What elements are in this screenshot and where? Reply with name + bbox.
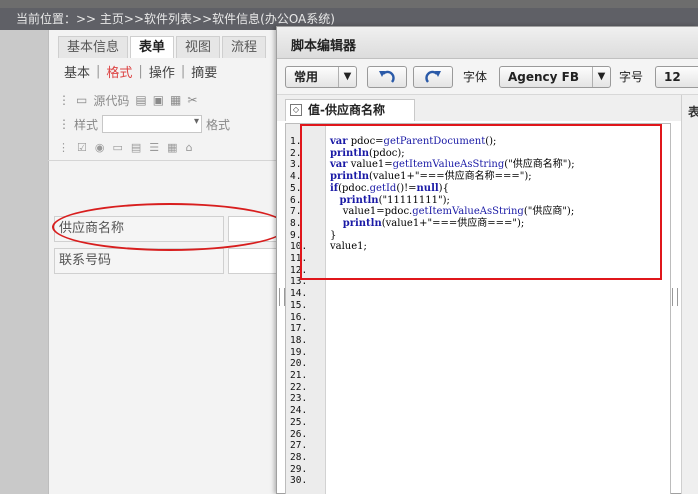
format-label: 格式	[206, 117, 231, 132]
line-number: 16.	[290, 311, 308, 323]
date-control-icon[interactable]: ▦	[167, 141, 177, 154]
cut-icon[interactable]: ✂	[187, 93, 197, 107]
designer-toolbar-row1: ⋮ ▭ 源代码 ▤ ▣ ▦ ✂	[58, 88, 288, 112]
right-panel-label: 表	[688, 105, 698, 119]
redo-button[interactable]	[413, 66, 453, 88]
tab-label: 值-供应商名称	[308, 103, 385, 117]
source-code-button[interactable]: 源代码	[93, 92, 129, 109]
line-number: 15.	[290, 299, 308, 311]
editor-titlebar[interactable]: 脚本编辑器	[277, 27, 698, 59]
chevron-down-icon: ▼	[338, 67, 356, 87]
editor-tabbar: ◇ 值-供应商名称	[277, 95, 698, 121]
style-label: 样式	[74, 117, 99, 132]
designer-toolbar-row3: ⋮ ☑ ◉ ▭ ▤ ☰ ▦ ⌂	[58, 137, 288, 157]
line-number: 27.	[290, 440, 308, 452]
common-dropdown-value: 常用	[294, 70, 319, 84]
line-number: 19.	[290, 346, 308, 358]
font-family-dropdown[interactable]: Agency FB ▼	[499, 66, 611, 88]
tab-view[interactable]: 视图	[176, 36, 221, 58]
textfield-control-icon[interactable]: ▭	[112, 141, 122, 154]
tab-flow[interactable]: 流程	[222, 36, 267, 58]
chevron-down-icon: ▼	[592, 67, 610, 87]
undo-icon	[379, 70, 395, 83]
subtab-basic[interactable]: 基本	[58, 62, 96, 81]
undo-button[interactable]	[367, 66, 407, 88]
line-number: 22.	[290, 381, 308, 393]
designer-tabs: 基本信息 表单 视图 流程	[58, 36, 268, 58]
tab-form[interactable]: 表单	[130, 36, 175, 58]
font-size-dropdown[interactable]: 12	[655, 66, 698, 88]
font-label: 字体	[463, 70, 488, 84]
subtab-summary[interactable]: 摘要	[185, 62, 223, 81]
line-number: 17.	[290, 323, 308, 335]
line-number: 24.	[290, 405, 308, 417]
line-number: 26.	[290, 428, 308, 440]
tab-value-supplier-name[interactable]: ◇ 值-供应商名称	[285, 99, 415, 121]
source-code-icon[interactable]: ▭	[76, 93, 87, 107]
toolbar-grip-icon: ⋮	[58, 117, 70, 131]
list-control-icon[interactable]: ☰	[149, 141, 159, 154]
preview-icon[interactable]: ▣	[153, 93, 164, 107]
line-number: 21.	[290, 370, 308, 382]
line-number: 30.	[290, 475, 308, 487]
line-number: 18.	[290, 334, 308, 346]
common-dropdown[interactable]: 常用 ▼	[285, 66, 357, 88]
field-label-contact-number: 联系号码	[54, 248, 224, 274]
editor-title: 脚本编辑器	[291, 39, 357, 54]
line-number: 23.	[290, 393, 308, 405]
paste-icon[interactable]: ▦	[170, 93, 181, 107]
style-select[interactable]	[102, 115, 203, 133]
highlight-ellipse	[52, 203, 288, 251]
radio-control-icon[interactable]: ◉	[95, 141, 105, 154]
divider	[48, 160, 288, 161]
left-splitter-handle[interactable]	[279, 288, 285, 306]
font-size-label: 字号	[619, 70, 644, 84]
highlight-rectangle	[300, 124, 662, 280]
button-control-icon[interactable]: ⌂	[186, 141, 193, 154]
textarea-control-icon[interactable]: ▤	[131, 141, 141, 154]
font-size-value: 12	[664, 70, 681, 84]
right-splitter-handle[interactable]	[672, 288, 678, 306]
line-number: 28.	[290, 451, 308, 463]
right-panel-strip[interactable]: 表	[681, 95, 698, 494]
redo-icon	[425, 70, 441, 83]
top-strip	[0, 0, 698, 8]
subtab-format[interactable]: 格式	[100, 62, 138, 81]
line-number: 20.	[290, 358, 308, 370]
subtab-operation[interactable]: 操作	[143, 62, 181, 81]
line-number: 29.	[290, 463, 308, 475]
line-number: 25.	[290, 416, 308, 428]
toolbar-grip-icon: ⋮	[58, 93, 70, 107]
designer-subtabs: 基本 | 格式 | 操作 | 摘要	[58, 62, 223, 81]
toolbar-grip-icon: ⋮	[58, 140, 69, 154]
tab-basic-info[interactable]: 基本信息	[58, 36, 129, 58]
checkbox-control-icon[interactable]: ☑	[77, 141, 87, 154]
line-number: 14.	[290, 288, 308, 300]
font-family-value: Agency FB	[508, 70, 580, 84]
print-icon[interactable]: ▤	[135, 93, 146, 107]
script-icon: ◇	[290, 104, 302, 116]
designer-toolbar-row2: ⋮ 样式 格式	[58, 113, 288, 135]
